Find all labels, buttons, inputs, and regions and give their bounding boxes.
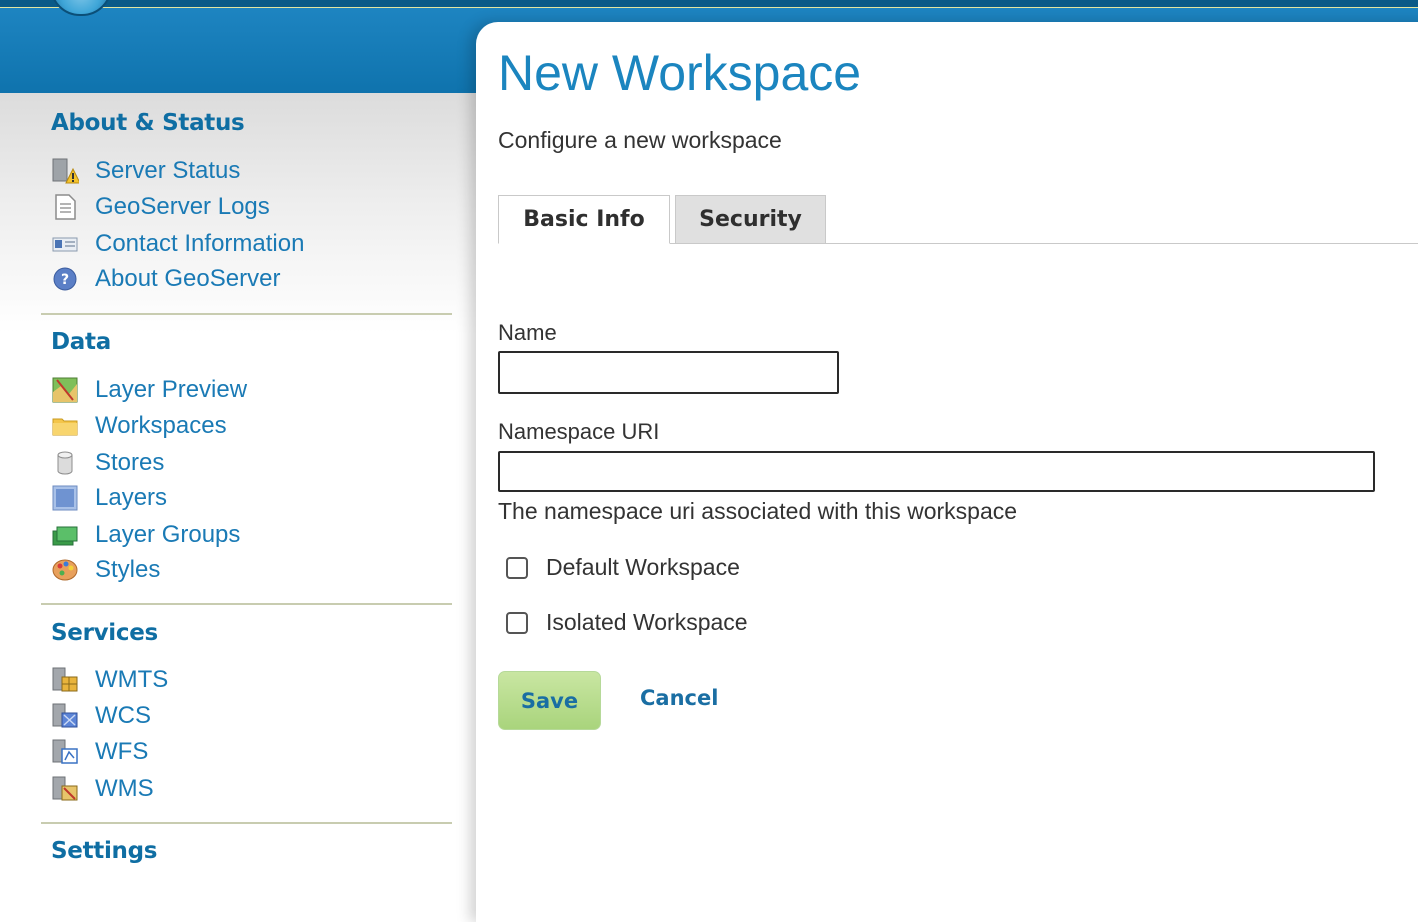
name-field-label: Name xyxy=(498,320,557,345)
name-input[interactable] xyxy=(498,351,839,394)
namespace-uri-label: Namespace URI xyxy=(498,419,660,444)
sidebar-item-label: Server Status xyxy=(95,157,241,184)
sidebar: About & Status Server Status GeoServer L… xyxy=(0,93,476,868)
layer-icon xyxy=(51,484,79,512)
layer-group-icon xyxy=(51,521,79,549)
page-description: Configure a new workspace xyxy=(498,127,782,153)
sidebar-item-label: About GeoServer xyxy=(95,265,281,292)
sidebar-divider xyxy=(41,822,452,824)
sidebar-item-contact-information[interactable]: Contact Information xyxy=(51,229,304,259)
wfs-service-icon xyxy=(51,738,79,766)
isolated-workspace-row[interactable]: Isolated Workspace xyxy=(506,609,748,636)
wms-service-icon xyxy=(51,775,79,803)
cancel-button[interactable]: Cancel xyxy=(640,686,718,710)
sidebar-section-data: Data xyxy=(51,329,111,355)
tab-basic-info[interactable]: Basic Info xyxy=(498,195,670,244)
sidebar-item-about-geoserver[interactable]: ? About GeoServer xyxy=(51,264,280,294)
sidebar-heading-data: Data xyxy=(51,329,111,355)
namespace-uri-hint: The namespace uri associated with this w… xyxy=(498,498,1018,524)
sidebar-item-layer-preview[interactable]: Layer Preview xyxy=(51,375,247,405)
sidebar-item-label: Layer Preview xyxy=(95,376,248,403)
sidebar-section-settings: Settings xyxy=(51,838,157,864)
svg-text:?: ? xyxy=(61,272,69,288)
contact-card-icon xyxy=(51,230,79,258)
folder-icon xyxy=(51,412,79,440)
default-workspace-row[interactable]: Default Workspace xyxy=(506,554,740,581)
header-top-rule xyxy=(0,0,1418,8)
sidebar-item-layers[interactable]: Layers xyxy=(51,483,167,513)
server-status-icon xyxy=(51,157,81,185)
sidebar-item-layer-groups[interactable]: Layer Groups xyxy=(51,520,240,550)
sidebar-divider xyxy=(41,313,452,315)
sidebar-section-about-status: About & Status xyxy=(51,110,245,136)
isolated-workspace-label[interactable]: Isolated Workspace xyxy=(546,609,748,636)
sidebar-item-label: Styles xyxy=(95,556,161,583)
palette-icon xyxy=(51,556,79,584)
sidebar-heading-about-status: About & Status xyxy=(51,110,245,136)
sidebar-item-workspaces[interactable]: Workspaces xyxy=(51,411,227,441)
sidebar-item-label: GeoServer Logs xyxy=(95,193,270,220)
sidebar-item-wfs[interactable]: WFS xyxy=(51,737,148,767)
sidebar-item-label: WFS xyxy=(95,738,149,765)
sidebar-item-wms[interactable]: WMS xyxy=(51,774,154,804)
sidebar-item-geoserver-logs[interactable]: GeoServer Logs xyxy=(51,192,270,222)
help-circle-icon: ? xyxy=(51,265,79,293)
geoserver-logo-icon[interactable] xyxy=(50,0,112,16)
sidebar-item-styles[interactable]: Styles xyxy=(51,555,160,585)
sidebar-item-label: Layers xyxy=(95,484,168,511)
wcs-service-icon xyxy=(51,702,79,730)
sidebar-item-label: Stores xyxy=(95,449,165,476)
save-button[interactable]: Save xyxy=(498,671,601,730)
sidebar-item-label: Contact Information xyxy=(95,230,305,257)
default-workspace-checkbox[interactable] xyxy=(506,556,528,579)
sidebar-section-services: Services xyxy=(51,620,158,646)
sidebar-item-label: WMS xyxy=(95,775,154,802)
sidebar-divider xyxy=(41,603,452,605)
sidebar-item-wcs[interactable]: WCS xyxy=(51,701,151,731)
tab-security[interactable]: Security xyxy=(675,195,826,244)
sidebar-heading-settings: Settings xyxy=(51,838,158,864)
sidebar-item-label: Workspaces xyxy=(95,412,227,439)
sidebar-item-label: Layer Groups xyxy=(95,521,241,548)
sidebar-item-label: WCS xyxy=(95,702,151,729)
database-icon xyxy=(51,449,79,477)
sidebar-item-wmts[interactable]: WMTS xyxy=(51,665,168,695)
namespace-uri-input[interactable] xyxy=(498,451,1375,492)
map-preview-icon xyxy=(51,376,79,404)
sidebar-heading-services: Services xyxy=(51,620,158,646)
page-title: New Workspace xyxy=(498,45,862,101)
sidebar-item-server-status[interactable]: Server Status xyxy=(51,156,240,186)
default-workspace-label[interactable]: Default Workspace xyxy=(546,554,740,581)
wmts-service-icon xyxy=(51,666,79,694)
document-icon xyxy=(51,193,79,221)
sidebar-item-stores[interactable]: Stores xyxy=(51,448,164,478)
isolated-workspace-checkbox[interactable] xyxy=(506,611,528,634)
sidebar-item-label: WMTS xyxy=(95,666,169,693)
